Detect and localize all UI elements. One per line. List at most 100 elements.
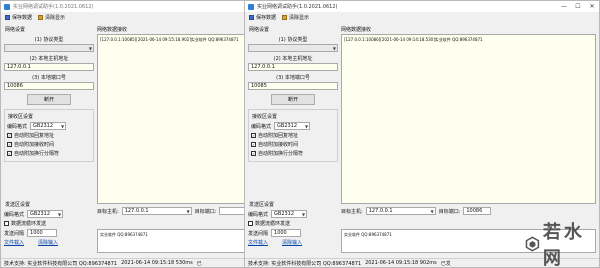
minimize-icon[interactable]: — xyxy=(557,3,571,10)
clear-input-link[interactable]: 清除输入 xyxy=(38,239,58,246)
recv-settings-group: 接收区设置 编码格式 GB2312 ▼ ✓ 自动附加回复地址 ✓ 自动附加接收时… xyxy=(248,109,338,162)
toolbar: 保存数据 清除显示 xyxy=(245,12,599,22)
recv-option-reply-address[interactable]: ✓ 自动附加回复地址 xyxy=(7,132,91,139)
clear-display-button[interactable]: 清除显示 xyxy=(282,14,309,21)
recv-option-recv-time[interactable]: ✓ 自动附加接收时间 xyxy=(7,141,91,148)
recv-encoding-value: GB2312 xyxy=(277,123,298,129)
local-port-input[interactable]: 10086 xyxy=(4,82,94,90)
save-icon xyxy=(5,14,10,20)
app-icon xyxy=(248,3,254,10)
local-port-input[interactable]: 10085 xyxy=(248,82,338,90)
checkbox-unchecked-icon[interactable] xyxy=(248,221,253,226)
title-bar[interactable]: 实业网络调试助手(1.0.2021.0612) — ☐ ✕ xyxy=(245,1,599,12)
protocol-select[interactable]: ▼ xyxy=(4,44,94,52)
recv-option-label: 自动附加回复地址 xyxy=(14,133,55,139)
file-load-link[interactable]: 文件载入 xyxy=(248,239,268,246)
disconnect-button[interactable]: 断开 xyxy=(27,94,71,105)
local-port-label: (3) 本地端口号 xyxy=(32,75,66,81)
target-host-value: 127.0.0.1 xyxy=(124,208,149,214)
support-text: 技术支持: 实业软件科技有限公司 QQ:896374871 xyxy=(4,260,118,267)
recv-option-label: 自动附加换行分隔符 xyxy=(258,151,304,157)
app-icon xyxy=(4,3,10,10)
status-tail: 已发 xyxy=(440,260,451,267)
send-settings-panel: 发送区设置 编码格式 GB2312 ▼ 数据流循环发送 发送间隔 1000 文件… xyxy=(4,200,94,248)
support-text: 技术支持: 实业软件科技有限公司 QQ:896374871 xyxy=(248,260,362,267)
checkbox-unchecked-icon[interactable] xyxy=(4,221,9,226)
target-host-select[interactable]: 127.0.0.1 ▼ xyxy=(121,207,192,215)
chevron-down-icon: ▼ xyxy=(430,208,434,214)
recv-encoding-row: 编码格式 GB2312 ▼ xyxy=(7,122,91,130)
target-port-label: 目标端口: xyxy=(438,208,461,215)
loop-send-label: 数据流循环发送 xyxy=(11,221,47,227)
recv-option-newline[interactable]: ✓ 自动附加换行分隔符 xyxy=(251,150,335,157)
save-icon xyxy=(249,14,254,20)
status-tail: 已 xyxy=(196,260,202,267)
recv-option-label: 自动附加接收时间 xyxy=(258,142,299,148)
recv-option-label: 自动附加接收时间 xyxy=(14,142,55,148)
recv-encoding-row: 编码格式 GB2312 ▼ xyxy=(251,122,335,130)
interval-label: 发送间隔 xyxy=(248,230,269,237)
watermark: 若水网 xyxy=(525,222,595,267)
checkbox-checked-icon[interactable]: ✓ xyxy=(7,151,12,156)
interval-input[interactable]: 1000 xyxy=(271,229,302,237)
chevron-down-icon: ▼ xyxy=(301,211,306,217)
clear-display-button[interactable]: 清除显示 xyxy=(38,14,65,21)
protocol-select[interactable]: ▼ xyxy=(248,44,338,52)
close-icon[interactable]: ✕ xyxy=(585,3,599,10)
send-encoding-row: 编码格式 GB2312 ▼ xyxy=(248,210,338,218)
save-data-button[interactable]: 保存数据 xyxy=(5,14,32,21)
protocol-label: (1) 协议类型 xyxy=(34,37,64,43)
watermark-text: 若水网 xyxy=(542,222,585,268)
save-data-button[interactable]: 保存数据 xyxy=(249,14,276,21)
send-settings-panel: 发送区设置 编码格式 GB2312 ▼ 数据流循环发送 发送间隔 1000 文件… xyxy=(248,200,338,248)
file-load-link[interactable]: 文件载入 xyxy=(4,239,24,246)
local-host-input[interactable]: 127.0.0.1 xyxy=(4,63,94,71)
file-links-row: 文件载入 清除输入 xyxy=(4,239,94,246)
clear-input-link[interactable]: 清除输入 xyxy=(282,239,302,246)
send-settings-title: 发送区设置 xyxy=(5,202,31,208)
settings-panel: 网络设置 (1) 协议类型 ▼ (2) 本地主机地址 127.0.0.1 (3)… xyxy=(248,25,338,162)
maximize-icon[interactable]: ☐ xyxy=(571,3,585,10)
local-host-label: (2) 本地主机地址 xyxy=(29,56,69,62)
target-port-input[interactable]: 10086 xyxy=(463,207,492,215)
send-encoding-label: 编码格式 xyxy=(4,211,25,218)
clear-display-label: 清除显示 xyxy=(289,14,310,21)
loop-send-row[interactable]: 数据流循环发送 xyxy=(4,220,94,227)
checkbox-checked-icon[interactable]: ✓ xyxy=(251,133,256,138)
send-encoding-select[interactable]: GB2312 ▼ xyxy=(271,210,308,218)
target-row: 目标主机: 127.0.0.1 ▼ 目标端口: 10086 xyxy=(341,207,596,215)
recv-encoding-select[interactable]: GB2312 ▼ xyxy=(274,122,311,130)
local-host-label: (2) 本地主机地址 xyxy=(273,56,313,62)
status-time: 2021-06-14 09:15:18 530ms xyxy=(121,260,193,266)
recv-textarea[interactable]: [127.0.0.1:10086][2021-06-14 09:14:18.53… xyxy=(341,34,596,204)
interval-label: 发送间隔 xyxy=(4,230,25,237)
checkbox-checked-icon[interactable]: ✓ xyxy=(251,142,256,147)
chevron-down-icon: ▼ xyxy=(60,123,65,129)
recv-encoding-label: 编码格式 xyxy=(251,123,272,130)
send-encoding-value: GB2312 xyxy=(30,211,51,217)
recv-option-newline[interactable]: ✓ 自动附加换行分隔符 xyxy=(7,150,91,157)
app-window-foreground[interactable]: 实业网络调试助手(1.0.2021.0612) — ☐ ✕ 保存数据 清除显示 … xyxy=(244,0,600,268)
recv-encoding-label: 编码格式 xyxy=(7,123,28,130)
checkbox-checked-icon[interactable]: ✓ xyxy=(251,151,256,156)
recv-option-reply-address[interactable]: ✓ 自动附加回复地址 xyxy=(251,132,335,139)
target-host-select[interactable]: 127.0.0.1 ▼ xyxy=(365,207,436,215)
recv-encoding-select[interactable]: GB2312 ▼ xyxy=(30,122,67,130)
chevron-down-icon: ▼ xyxy=(332,45,336,51)
interval-input[interactable]: 1000 xyxy=(27,229,58,237)
loop-send-row[interactable]: 数据流循环发送 xyxy=(248,220,338,227)
checkbox-checked-icon[interactable]: ✓ xyxy=(7,133,12,138)
chevron-down-icon: ▼ xyxy=(57,211,62,217)
local-host-input[interactable]: 127.0.0.1 xyxy=(248,63,338,71)
disconnect-button[interactable]: 断开 xyxy=(271,94,315,105)
checkbox-checked-icon[interactable]: ✓ xyxy=(7,142,12,147)
send-encoding-select[interactable]: GB2312 ▼ xyxy=(27,210,64,218)
save-data-label: 保存数据 xyxy=(12,14,33,21)
recv-settings-group: 接收区设置 编码格式 GB2312 ▼ ✓ 自动附加回复地址 ✓ 自动附加接收时… xyxy=(4,109,94,162)
local-port-label: (3) 本地端口号 xyxy=(276,75,310,81)
interval-row: 发送间隔 1000 xyxy=(248,229,338,237)
recv-option-recv-time[interactable]: ✓ 自动附加接收时间 xyxy=(251,141,335,148)
recv-encoding-value: GB2312 xyxy=(33,123,54,129)
protocol-label: (1) 协议类型 xyxy=(278,37,308,43)
clear-display-label: 清除显示 xyxy=(45,14,66,21)
